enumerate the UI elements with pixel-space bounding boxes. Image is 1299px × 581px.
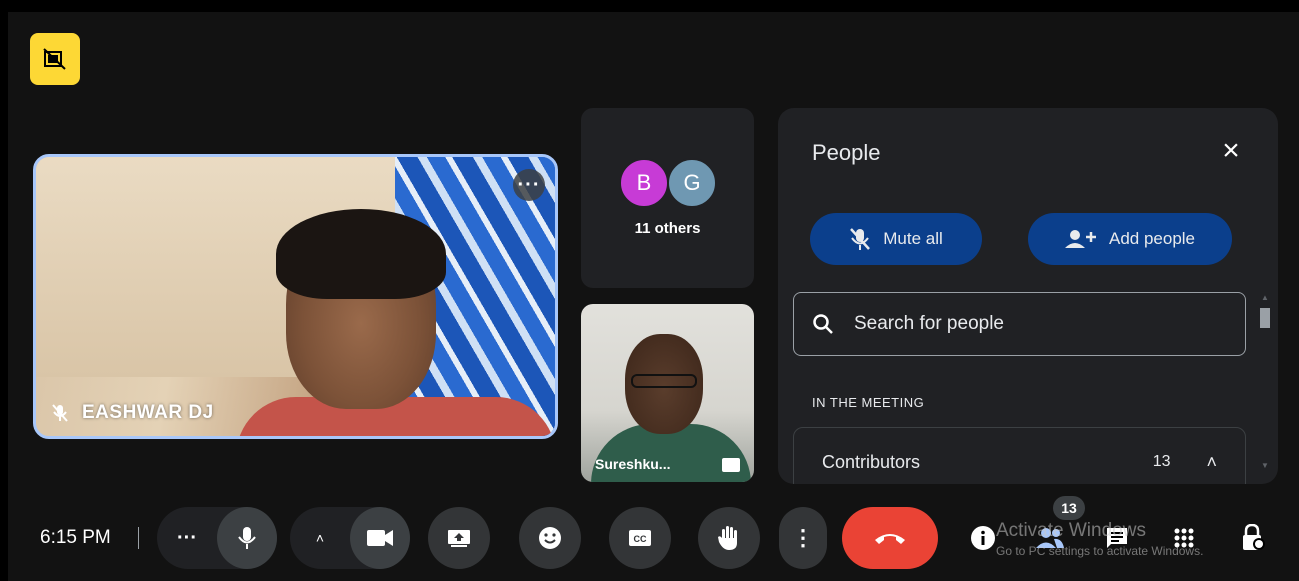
avatar-letter: G xyxy=(683,170,701,195)
meeting-info-button[interactable] xyxy=(968,523,998,553)
camera-group: ˄ xyxy=(290,507,410,569)
search-field[interactable] xyxy=(793,292,1246,356)
captions-button[interactable]: CC xyxy=(609,507,671,569)
participant-name: EASHWAR DJ xyxy=(82,402,214,423)
add-people-label: Add people xyxy=(1108,229,1196,248)
camera-button[interactable] xyxy=(350,507,410,569)
close-icon[interactable]: × xyxy=(1218,136,1244,166)
watermark-line2: Go to PC settings to activate Windows. xyxy=(996,544,1204,558)
scrollbar[interactable]: ▲ ▼ xyxy=(1260,293,1270,473)
clock: 6:15 PM xyxy=(40,527,111,548)
more-horiz-icon: ··· xyxy=(517,173,541,196)
audio-options-button[interactable]: ··· xyxy=(157,507,217,569)
host-controls-button[interactable] xyxy=(1238,523,1268,553)
search-input[interactable] xyxy=(854,313,1214,335)
avatar-b: B xyxy=(619,158,669,208)
add-people-button[interactable]: Add people xyxy=(1028,213,1232,265)
tile-more-button[interactable]: ··· xyxy=(513,169,545,201)
mute-all-button[interactable]: Mute all xyxy=(810,213,982,265)
end-call-button[interactable] xyxy=(842,507,938,569)
scroll-up-icon[interactable]: ▲ xyxy=(1260,293,1270,302)
more-horiz-icon: ··· xyxy=(177,526,197,549)
raise-hand-button[interactable] xyxy=(698,507,760,569)
svg-text:CC: CC xyxy=(634,534,647,544)
present-button[interactable] xyxy=(428,507,490,569)
emoji-icon xyxy=(539,527,561,549)
watermark-line1: Activate Windows xyxy=(996,520,1146,541)
video-person-glasses xyxy=(631,374,697,388)
chevron-up-icon: ˄ xyxy=(315,530,325,546)
panel-title: People xyxy=(812,140,881,165)
emoji-button[interactable] xyxy=(519,507,581,569)
mic-group: ··· xyxy=(157,507,277,569)
contributors-count: 13 xyxy=(1152,453,1171,470)
end-call-icon xyxy=(875,534,905,544)
mute-all-label: Mute all xyxy=(883,229,943,248)
contributors-label: Contributors xyxy=(822,451,921,472)
camera-off-icon xyxy=(43,48,66,70)
avatar-letter: B xyxy=(636,170,652,195)
others-tile[interactable]: B G 11 others xyxy=(581,108,754,288)
picture-in-picture-icon[interactable] xyxy=(722,458,740,472)
mic-muted-small-icon xyxy=(52,404,68,422)
participant-tile-suresh[interactable]: Sureshku... xyxy=(581,304,754,482)
people-panel: People × Mute all Add people IN THE MEET… xyxy=(778,108,1278,484)
person-add-icon xyxy=(1064,230,1096,248)
info-icon xyxy=(971,526,995,550)
scroll-down-icon[interactable]: ▼ xyxy=(1260,461,1270,470)
scrollbar-thumb[interactable] xyxy=(1260,308,1270,328)
chevron-up-icon[interactable]: ˄ xyxy=(1206,424,1217,473)
activation-watermark: Activate Windows Go to PC settings to ac… xyxy=(996,520,1203,558)
people-count-badge: 13 xyxy=(1053,496,1085,520)
present-icon xyxy=(448,530,470,547)
participant-name: Sureshku... xyxy=(595,456,671,472)
raise-hand-icon xyxy=(718,526,737,550)
mic-button[interactable] xyxy=(217,507,277,569)
section-label: IN THE MEETING xyxy=(812,395,925,410)
divider xyxy=(138,527,139,549)
camera-off-badge[interactable] xyxy=(30,33,80,85)
others-count-label: 11 others xyxy=(634,220,701,237)
tile-name-row: EASHWAR DJ xyxy=(52,402,214,424)
video-options-button[interactable]: ˄ xyxy=(290,507,350,569)
more-vert-icon: ⋮ xyxy=(792,525,814,550)
more-options-button[interactable]: ⋮ xyxy=(779,507,827,569)
camera-icon xyxy=(367,530,393,546)
avatar-g: G xyxy=(667,158,717,208)
participant-tile-main[interactable]: ··· EASHWAR DJ xyxy=(33,154,558,439)
mic-off-icon xyxy=(850,228,871,250)
mic-icon xyxy=(238,527,256,549)
host-controls-icon xyxy=(1243,524,1265,550)
search-icon xyxy=(813,314,833,334)
contributors-row[interactable]: Contributors 13 ˄ xyxy=(793,427,1246,484)
captions-icon: CC xyxy=(629,530,651,546)
video-person-hair xyxy=(276,209,446,299)
